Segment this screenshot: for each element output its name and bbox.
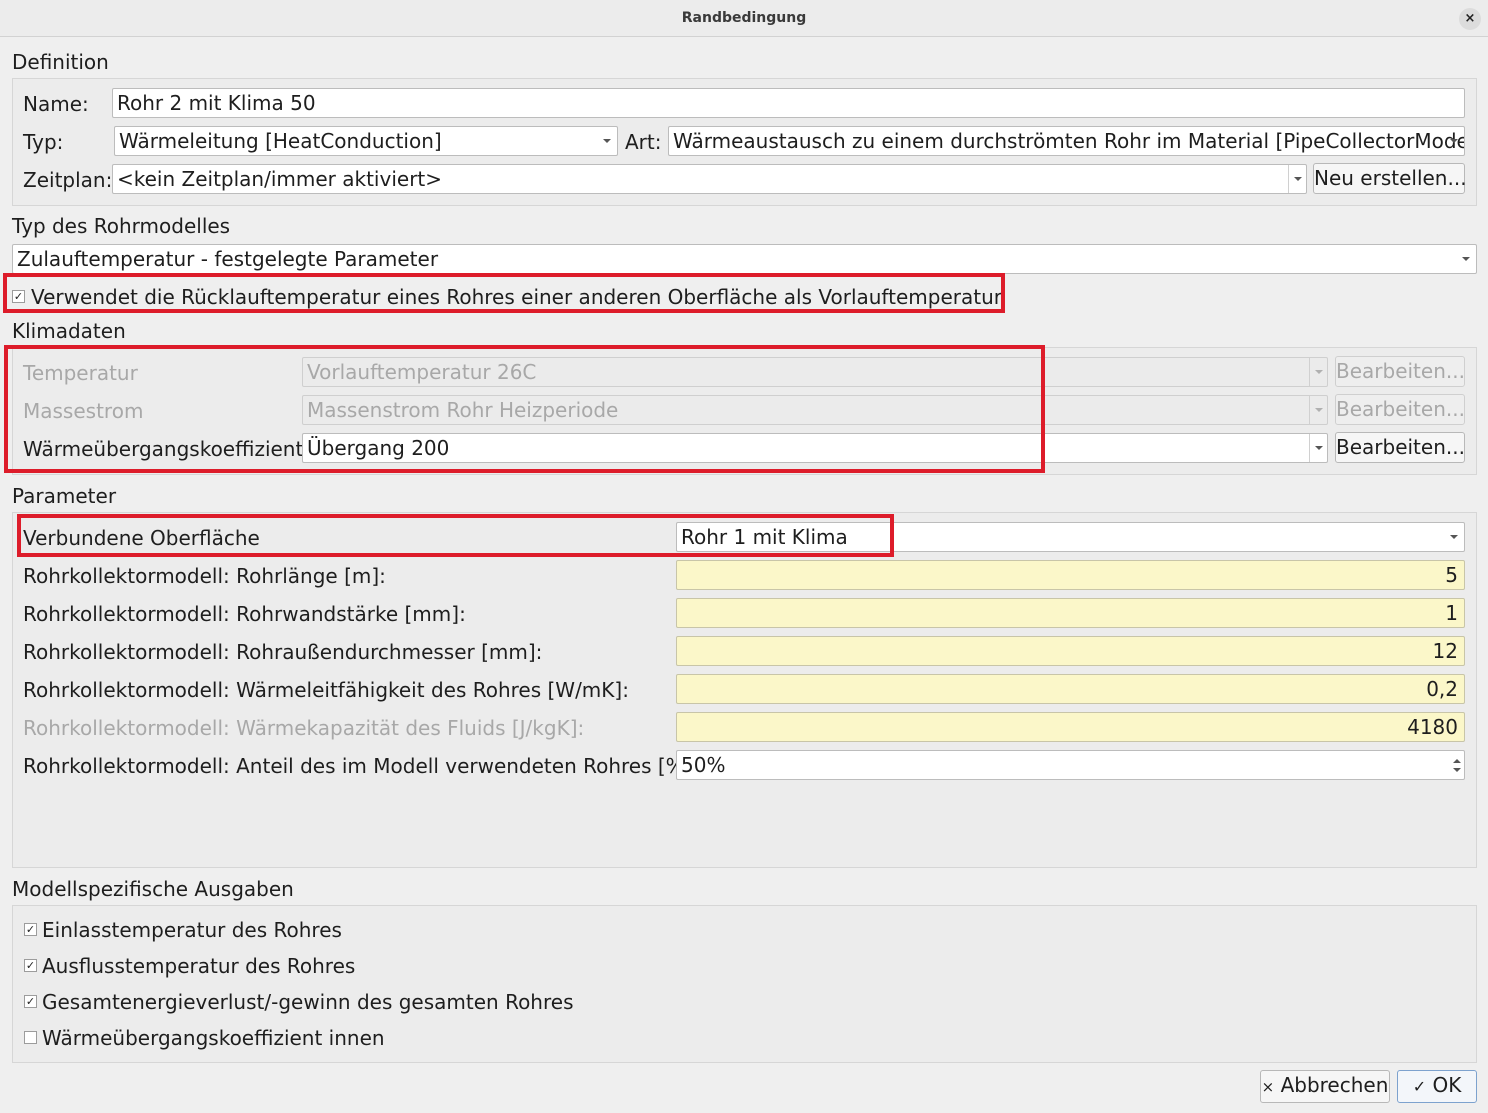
ruecklauf-checkbox[interactable]: ✓ [12,290,25,303]
temperatur-combo[interactable]: Vorlauftemperatur 26C [302,357,1328,387]
cancel-button-label: Abbrechen [1280,1073,1389,1097]
name-input[interactable]: Rohr 2 mit Klima 50 [112,88,1465,118]
zeitplan-combo[interactable]: <kein Zeitplan/immer aktiviert> [112,164,1307,194]
rohrlaenge-input[interactable]: 5 [676,560,1465,590]
section-ausgaben: Modellspezifische Ausgaben [12,877,294,901]
rohraussendurchmesser-label: Rohrkollektormodell: Rohraußendurchmesse… [23,640,543,664]
close-icon[interactable]: × [1459,8,1481,30]
window-title: Randbedingung [681,10,807,26]
rohrmodell-combo[interactable]: Zulauftemperatur - festgelegte Parameter [12,244,1477,274]
rohrwandstaerke-label: Rohrkollektormodell: Rohrwandstärke [mm]… [23,602,466,626]
section-definition: Definition [12,50,109,74]
temperatur-bearbeiten-button[interactable]: Bearbeiten... [1335,356,1465,387]
close-icon: × [1261,1078,1275,1096]
verbundene-oberflaeche-combo[interactable]: Rohr 1 mit Klima [676,522,1465,552]
chevron-down-icon [1462,257,1470,261]
art-value: Wärmeaustausch zu einem durchströmten Ro… [673,129,1465,153]
check-icon: ✓ [1412,1077,1427,1096]
zeitplan-value: <kein Zeitplan/immer aktiviert> [117,167,443,191]
section-rohrmodell: Typ des Rohrmodelles [12,214,231,238]
rohrlaenge-label: Rohrkollektormodell: Rohrlänge [m]: [23,564,386,588]
ok-button-label: OK [1432,1073,1462,1097]
rohraussendurchmesser-input[interactable]: 12 [676,636,1465,666]
ausgabe-label-0[interactable]: Einlasstemperatur des Rohres [42,918,342,942]
ausgabe-label-1[interactable]: Ausflusstemperatur des Rohres [42,954,355,978]
waermekapazitaet-input[interactable]: 4180 [676,712,1465,742]
typ-combo[interactable]: Wärmeleitung [HeatConduction] [114,126,618,156]
ausgabe-checkbox-3[interactable] [24,1031,37,1044]
waermeuebergang-bearbeiten-button[interactable]: Bearbeiten... [1335,432,1465,463]
chevron-down-icon [603,139,611,143]
massestrom-bearbeiten-button[interactable]: Bearbeiten... [1335,394,1465,425]
ausgabe-checkbox-1[interactable]: ✓ [24,959,37,972]
chevron-down-icon [1315,370,1323,374]
zeitplan-label: Zeitplan: [23,168,113,192]
massestrom-combo[interactable]: Massenstrom Rohr Heizperiode [302,395,1328,425]
massestrom-value: Massenstrom Rohr Heizperiode [307,398,619,422]
waermeuebergang-label: Wärmeübergangskoeffizient [23,437,304,461]
typ-value: Wärmeleitung [HeatConduction] [119,129,442,153]
ruecklauf-checkbox-label[interactable]: Verwendet die Rücklauftemperatur eines R… [31,285,1002,309]
anteil-label: Rohrkollektormodell: Anteil des im Model… [23,754,700,778]
neu-erstellen-button[interactable]: Neu erstellen... [1313,163,1467,194]
chevron-down-icon [1450,535,1458,539]
verbundene-oberflaeche-value: Rohr 1 mit Klima [681,525,848,549]
chevron-down-icon [1294,177,1302,181]
anteil-spinbox[interactable]: 50% [676,750,1465,780]
section-klimadaten: Klimadaten [12,319,126,343]
temperatur-label: Temperatur [23,361,138,385]
cancel-button[interactable]: × Abbrechen [1260,1070,1390,1103]
verbundene-oberflaeche-label: Verbundene Oberfläche [23,526,260,550]
art-label: Art: [625,130,662,154]
chevron-down-icon [1450,139,1458,143]
temperatur-value: Vorlauftemperatur 26C [307,360,537,384]
rohrmodell-value: Zulauftemperatur - festgelegte Parameter [17,247,439,271]
waermeuebergang-combo[interactable]: Übergang 200 [302,433,1328,463]
waermekapazitaet-label: Rohrkollektormodell: Wärmekapazität des … [23,716,585,740]
waermeleitfaehigkeit-label: Rohrkollektormodell: Wärmeleitfähigkeit … [23,678,629,702]
massestrom-dropdown-button[interactable] [1309,396,1327,424]
anteil-value: 50% [681,753,726,777]
ausgabe-label-2[interactable]: Gesamtenergieverlust/-gewinn des gesamte… [42,990,573,1014]
chevron-down-icon [1315,446,1323,450]
rohrwandstaerke-input[interactable]: 1 [676,598,1465,628]
ausgabe-label-3[interactable]: Wärmeübergangskoeffizient innen [42,1026,385,1050]
ausgabe-checkbox-0[interactable]: ✓ [24,923,37,936]
spin-up-icon[interactable] [1453,759,1461,763]
section-parameter: Parameter [12,484,117,508]
ok-button[interactable]: ✓ OK [1397,1070,1477,1103]
zeitplan-dropdown-button[interactable] [1288,165,1306,193]
massestrom-label: Massestrom [23,399,144,423]
title-bar: Randbedingung × [0,0,1488,37]
waermeuebergang-value: Übergang 200 [307,436,450,460]
waermeleitfaehigkeit-input[interactable]: 0,2 [676,674,1465,704]
typ-label: Typ: [23,130,64,154]
art-combo[interactable]: Wärmeaustausch zu einem durchströmten Ro… [668,126,1465,156]
waermeuebergang-dropdown-button[interactable] [1309,434,1327,462]
temperatur-dropdown-button[interactable] [1309,358,1327,386]
name-label: Name: [23,92,89,116]
spin-down-icon[interactable] [1453,768,1461,772]
chevron-down-icon [1315,408,1323,412]
ausgabe-checkbox-2[interactable]: ✓ [24,995,37,1008]
